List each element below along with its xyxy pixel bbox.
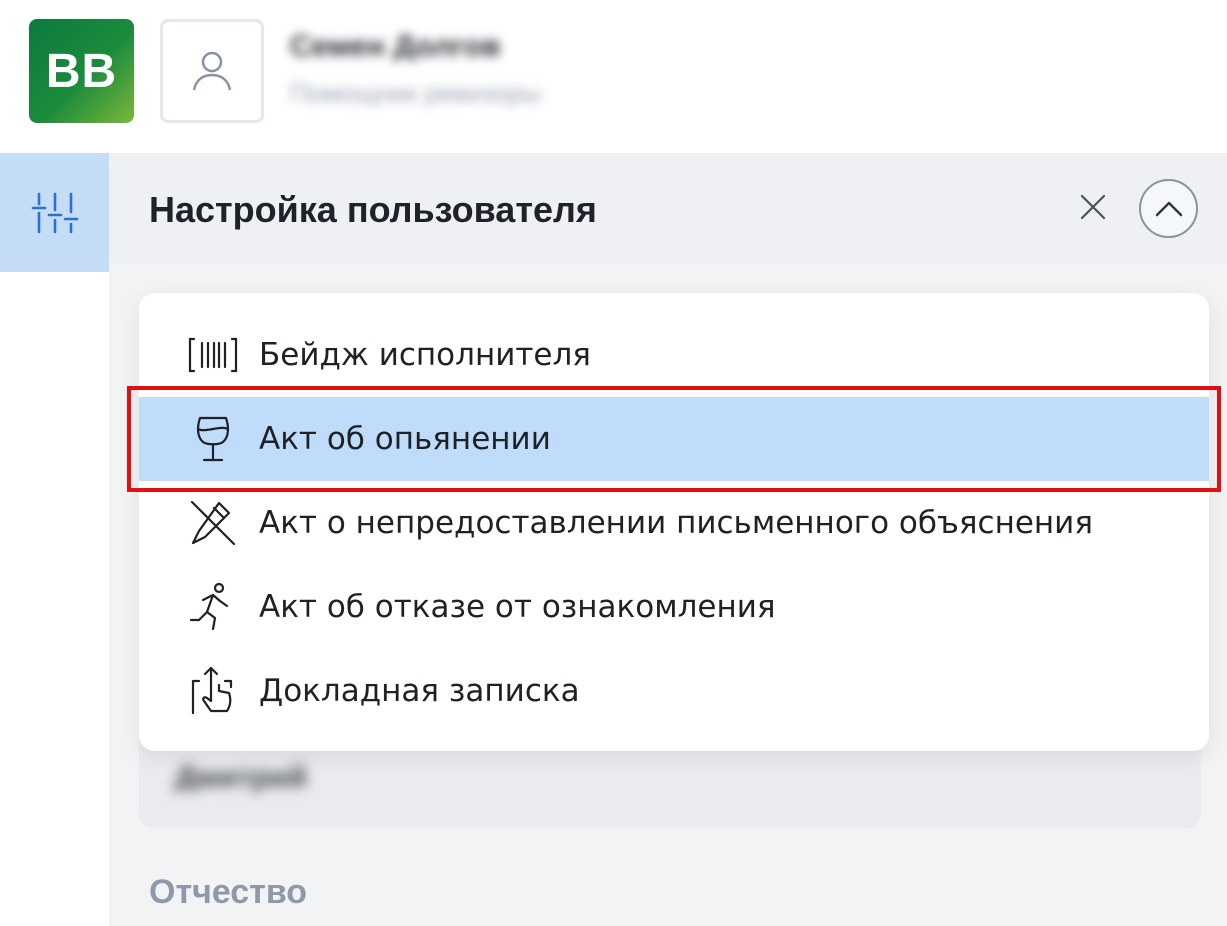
close-icon	[1080, 194, 1106, 220]
user-info: Семен Долгов Помощник ревизоры	[290, 30, 541, 109]
page: BB Семен Долгов Помощник ревизоры Настро…	[0, 0, 1227, 926]
chevron-up-icon	[1155, 201, 1182, 216]
menu-item-label: Бейдж исполнителя	[259, 337, 591, 373]
user-role: Помощник ревизоры	[290, 78, 541, 108]
patronymic-label: Отчество	[149, 873, 308, 911]
document-menu: Бейдж исполнителя Акт об опьянении Акт о…	[139, 293, 1209, 751]
menu-item-no-explanation[interactable]: Акт о непредоставлении письменного объяс…	[139, 481, 1209, 565]
user-icon	[192, 51, 232, 91]
menu-item-memo[interactable]: Докладная записка	[139, 649, 1209, 733]
sliders-icon	[31, 192, 78, 233]
menu-item-intoxication[interactable]: Акт об опьянении	[139, 397, 1209, 481]
menu-item-label: Докладная записка	[259, 673, 580, 709]
user-name: Семен Долгов	[290, 30, 501, 63]
no-pen-icon	[187, 497, 239, 549]
panel-title: Настройка пользователя	[149, 189, 597, 230]
hand-upload-icon	[187, 665, 239, 717]
wine-glass-icon	[187, 413, 239, 465]
settings-rail-button[interactable]	[0, 153, 109, 272]
running-person-icon	[187, 581, 239, 633]
app-logo[interactable]: BB	[29, 19, 134, 123]
logo-text: BB	[45, 44, 118, 98]
first-name-value: Дмитрий	[175, 761, 307, 794]
menu-item-label: Акт о непредоставлении письменного объяс…	[259, 505, 1093, 541]
menu-item-refusal[interactable]: Акт об отказе от ознакомления	[139, 565, 1209, 649]
menu-item-badge[interactable]: Бейдж исполнителя	[139, 313, 1209, 397]
badge-barcode-icon	[187, 329, 239, 381]
menu-item-label: Акт об опьянении	[259, 421, 551, 457]
close-button[interactable]	[1077, 191, 1109, 223]
panel-header: Настройка пользователя	[109, 153, 1227, 263]
menu-item-label: Акт об отказе от ознакомления	[259, 589, 776, 625]
collapse-button[interactable]	[1139, 179, 1198, 238]
avatar[interactable]	[160, 19, 264, 123]
